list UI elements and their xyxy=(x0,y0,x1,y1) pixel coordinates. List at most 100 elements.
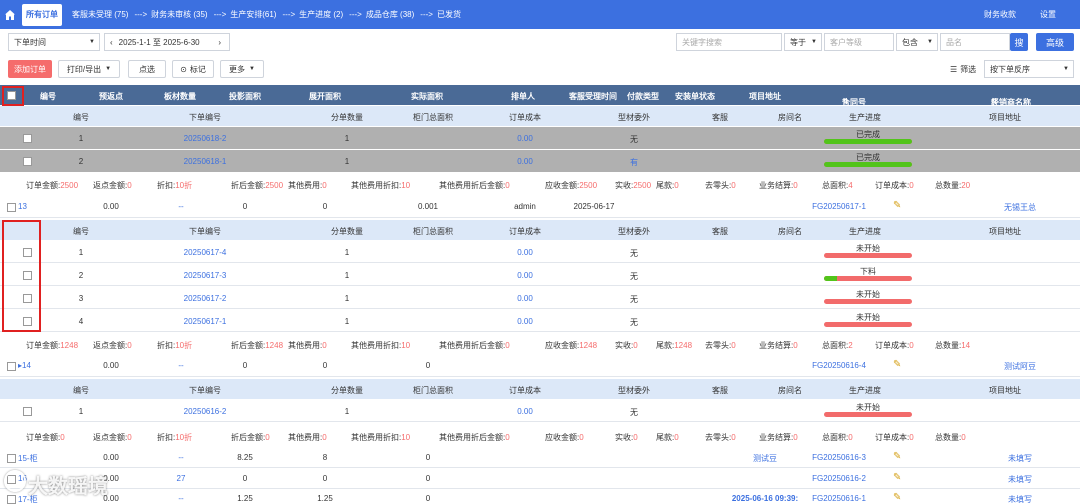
dealer-link[interactable]: 未填写 xyxy=(998,453,1042,464)
filter-bar: 下单时间 ▼ ‹ 2025-1-1 至 2025-6-30 › 关键字搜索 等于 ▼ 客… xyxy=(0,31,1080,53)
edit-pencil-icon[interactable]: ✎ xyxy=(893,359,901,370)
edit-pencil-icon[interactable]: ✎ xyxy=(893,451,901,462)
col-header-install-status: 安装单状态 xyxy=(675,92,715,101)
add-order-button[interactable]: 添加订单 xyxy=(8,60,52,78)
tab-production-plan[interactable]: 生产安排(61) xyxy=(230,9,276,20)
sub-col-cs: 客服 xyxy=(712,113,728,122)
edit-pencil-icon[interactable]: ✎ xyxy=(893,200,901,211)
tab-finished-warehouse[interactable]: 成品仓库 (38) xyxy=(366,9,414,20)
tab-finance-unreviewed[interactable]: 财务未审核 (35) xyxy=(151,9,207,20)
progress-bar xyxy=(824,299,912,304)
order-row[interactable]: ▸14 0.00 -- 0 0 0 FG20250616-4 ✎ 测试阿豆 xyxy=(0,355,1080,377)
table-row[interactable]: 2 20250617-3 1 0.00 无下料 xyxy=(0,264,1080,286)
order-id-link[interactable]: 15-柜 xyxy=(18,453,38,464)
search-button[interactable]: 搜 xyxy=(1010,33,1028,51)
sub-col-no: 编号 xyxy=(73,113,89,122)
summary-field: 业务结算:0 xyxy=(759,341,798,350)
print-export-button[interactable]: 打印/导出 ▼ xyxy=(58,60,120,78)
product-name-input[interactable]: 品名 xyxy=(940,33,1010,51)
row-checkbox[interactable] xyxy=(7,203,16,212)
tab-production-progress[interactable]: 生产进度 (2) xyxy=(299,9,343,20)
order-id-link[interactable]: ▸14 xyxy=(18,361,31,370)
settings-link[interactable]: 设置 xyxy=(1040,9,1056,20)
tab-shipped[interactable]: 已发货 xyxy=(437,9,461,20)
watermark-text: 大数瑶境 xyxy=(28,476,108,498)
row-checkbox[interactable] xyxy=(7,454,16,463)
tab-cs-unaccepted[interactable]: 客服未受理 (75) xyxy=(72,9,128,20)
summary-field: 订单成本:0 xyxy=(875,433,914,442)
order-row[interactable]: 17-柜 0.00 -- 1.25 1.25 0 2025-06-16 09:3… xyxy=(0,490,1080,504)
operator-select-1[interactable]: 等于 ▼ xyxy=(784,33,822,51)
order-link[interactable]: 20250617-2 xyxy=(170,294,240,303)
table-row[interactable]: 4 20250617-1 1 0.00 无未开始 xyxy=(0,310,1080,332)
finance-payment-link[interactable]: 财务收款 xyxy=(984,9,1016,20)
summary-field: 返点金额:0 xyxy=(93,341,132,350)
order-link[interactable]: 20250618-1 xyxy=(170,157,240,166)
order-link[interactable]: 20250617-4 xyxy=(170,248,240,257)
col-header-boards: 板材数量 xyxy=(164,92,196,101)
contract-link[interactable]: FG20250616-1 xyxy=(806,494,872,503)
table-row[interactable]: 1 20250618-2 1 0.00 无 已完成 xyxy=(0,127,1080,149)
edit-pencil-icon[interactable]: ✎ xyxy=(893,472,901,483)
summary-field: 其他费用:0 xyxy=(288,181,327,190)
more-button[interactable]: 更多 ▼ xyxy=(220,60,264,78)
chevron-down-icon: ▼ xyxy=(811,39,817,45)
order-row[interactable]: 15-柜 0.00 -- 8.25 8 0 测试豆 FG20250616-3 ✎… xyxy=(0,448,1080,468)
sort-icon[interactable]: ⇅ xyxy=(991,97,998,106)
order-link[interactable]: 20250618-2 xyxy=(170,134,240,143)
sub-col-order: 下单编号 xyxy=(189,113,221,122)
select-all-highlight xyxy=(2,86,24,106)
chevron-down-icon: ▼ xyxy=(89,39,95,45)
row-checkbox[interactable] xyxy=(23,407,32,416)
summary-field: 总数量:20 xyxy=(935,181,971,190)
contract-link[interactable]: FG20250616-3 xyxy=(806,453,872,462)
location-pin-icon: ⊙ xyxy=(180,64,187,74)
summary-field: 总面积:2 xyxy=(822,341,853,350)
time-type-select[interactable]: 下单时间 ▼ xyxy=(8,33,100,51)
operator-select-2[interactable]: 包含 ▼ xyxy=(896,33,938,51)
row-checkbox[interactable] xyxy=(7,362,16,371)
dealer-link[interactable]: 测试阿豆 xyxy=(998,361,1042,372)
order-link[interactable]: 20250617-3 xyxy=(170,271,240,280)
summary-field: 实收:2500 xyxy=(615,181,652,190)
chevron-left-icon[interactable]: ‹ xyxy=(110,38,113,47)
pick-button[interactable]: 点选 xyxy=(128,60,166,78)
action-toolbar: 添加订单 打印/导出 ▼ 点选 ⊙ 标记 更多 ▼ ☰ 筛选 按下单反序 ▼ xyxy=(0,58,1080,80)
order-row[interactable]: 13 0.00 -- 0 0 0.001 admin 2025-06-17 FG… xyxy=(0,196,1080,218)
top-nav-bar: 所有订单 客服未受理 (75) ---> 财务未审核 (35) ---> 生产安… xyxy=(0,0,1080,29)
keyword-search-input[interactable]: 关键字搜索 xyxy=(676,33,782,51)
home-icon[interactable] xyxy=(0,0,20,29)
table-row[interactable]: 1 20250617-4 1 0.00 无未开始 xyxy=(0,241,1080,263)
tab-all-orders[interactable]: 所有订单 xyxy=(22,3,62,26)
row-checkbox[interactable] xyxy=(23,157,32,166)
table-row[interactable]: 1 20250616-2 1 0.00 无 未开始 xyxy=(0,400,1080,422)
chevron-right-icon[interactable]: › xyxy=(218,38,221,47)
date-range-picker[interactable]: ‹ 2025-1-1 至 2025-6-30 › xyxy=(104,33,230,51)
filter-toggle[interactable]: ☰ 筛选 xyxy=(950,64,976,75)
advanced-search-button[interactable]: 高级 xyxy=(1036,33,1074,51)
dealer-link[interactable]: 无锡王总 xyxy=(998,202,1042,213)
dealer-link[interactable]: 未填写 xyxy=(998,474,1042,485)
row-checkbox[interactable] xyxy=(7,495,16,504)
order-link[interactable]: 20250617-1 xyxy=(170,317,240,326)
table-row[interactable]: 2 20250618-1 1 0.00 有 已完成 xyxy=(0,150,1080,172)
summary-field: 实收:0 xyxy=(615,433,638,442)
order-link[interactable]: 20250616-2 xyxy=(170,407,240,416)
dealer-link[interactable]: 未填写 xyxy=(998,494,1042,504)
table-row[interactable]: 3 20250617-2 1 0.00 无未开始 xyxy=(0,287,1080,309)
summary-field: 其他费用折扣:10 xyxy=(351,433,411,442)
mark-button[interactable]: ⊙ 标记 xyxy=(172,60,214,78)
row-checkbox[interactable] xyxy=(23,134,32,143)
contract-link[interactable]: FG20250616-2 xyxy=(806,474,872,483)
summary-field: 实收:0 xyxy=(615,341,638,350)
order-id-link[interactable]: 13 xyxy=(18,202,27,211)
contract-link[interactable]: FG20250616-4 xyxy=(806,361,872,370)
contract-link[interactable]: FG20250617-1 xyxy=(806,202,872,211)
order-row[interactable]: 16 0.00 27 0 0 0 FG20250616-2 ✎ 未填写 xyxy=(0,469,1080,489)
order-summary-row: 订单金额:1248 返点金额:0 折扣:10折 折后金额:1248 其他费用:0 其他费用… xyxy=(0,336,1080,352)
customer-level-input[interactable]: 客户等级 xyxy=(824,33,894,51)
summary-field: 其他费用折扣:10 xyxy=(351,181,411,190)
edit-pencil-icon[interactable]: ✎ xyxy=(893,492,901,503)
sort-icon[interactable]: ⇅ xyxy=(842,97,849,106)
sort-select[interactable]: 按下单反序 ▼ xyxy=(984,60,1074,78)
